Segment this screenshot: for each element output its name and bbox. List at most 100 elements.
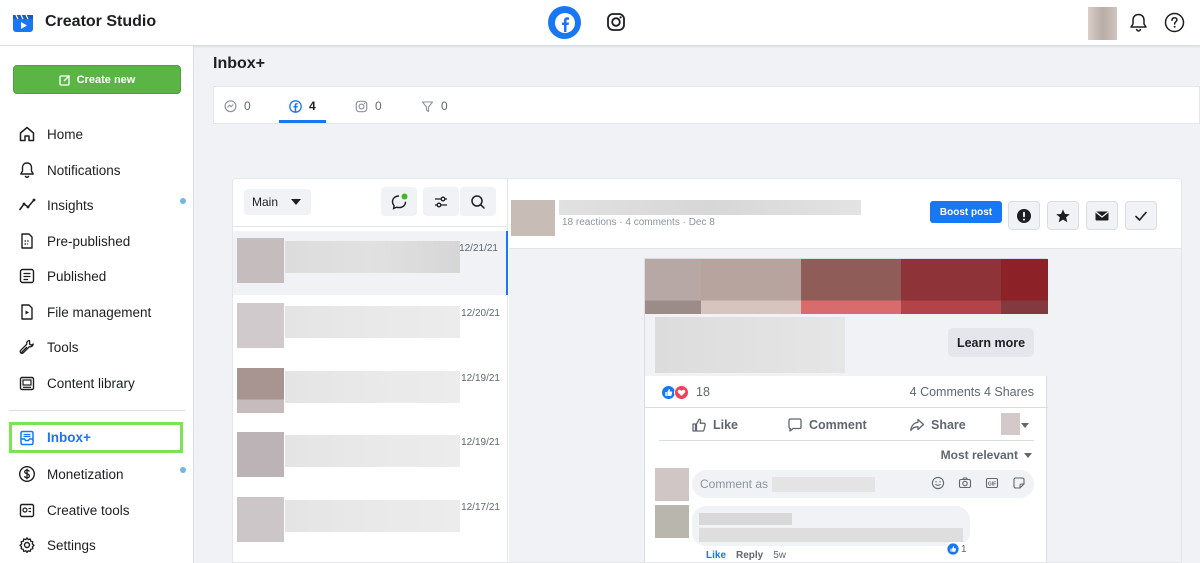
bell-icon[interactable] — [1128, 12, 1149, 33]
caret-down-icon — [1024, 452, 1032, 458]
insights-icon — [18, 196, 36, 214]
caret-down-icon — [291, 199, 301, 205]
filter-settings-button[interactable] — [423, 187, 459, 216]
sidebar-divider — [9, 410, 185, 411]
sidebar-item-pre-published[interactable]: Pre-published — [10, 226, 186, 256]
chat-status-button[interactable] — [381, 187, 417, 216]
sidebar-item-settings[interactable]: Settings — [10, 530, 186, 560]
tab-count: 0 — [244, 99, 251, 113]
help-icon[interactable] — [1164, 12, 1185, 33]
sidebar-item-monetization[interactable]: Monetization — [10, 459, 186, 489]
sidebar-item-label: Home — [47, 126, 84, 142]
tab-messenger[interactable]: 0 — [224, 87, 251, 125]
learn-more-button[interactable]: Learn more — [948, 328, 1034, 357]
conversation-item[interactable]: 12/21/21 — [233, 231, 508, 295]
sidebar-item-tools[interactable]: Tools — [10, 332, 186, 362]
conversation-item[interactable]: 12/19/21 — [233, 361, 508, 425]
comment-button[interactable]: Comment — [787, 417, 867, 433]
post-thumbnail — [511, 200, 555, 236]
comment-actions: Like Reply 5w — [706, 550, 786, 561]
conversation-date: 12/17/21 — [461, 502, 500, 513]
instagram-platform-icon[interactable] — [606, 12, 626, 32]
facebook-platform-icon[interactable] — [548, 6, 581, 39]
search-icon — [471, 194, 485, 209]
sidebar-item-home[interactable]: Home — [10, 119, 186, 149]
comment-input[interactable]: Comment as GIF — [692, 470, 1034, 498]
sidebar-item-inbox[interactable]: Inbox+ — [9, 422, 183, 453]
thumbs-up-icon — [692, 418, 706, 432]
tab-count: 0 — [375, 99, 382, 113]
post-card: Learn more 18 4 Comments 4 Shares Like C… — [644, 258, 1048, 562]
sidebar-item-creative-tools[interactable]: Creative tools — [10, 495, 186, 525]
post-as-avatar[interactable] — [1001, 413, 1020, 435]
commenter-avatar — [655, 468, 689, 501]
create-new-button[interactable]: Create new — [13, 65, 181, 94]
caret-down-icon[interactable] — [1021, 423, 1029, 428]
active-tab-indicator — [279, 120, 326, 123]
sidebar-item-label: Notifications — [47, 162, 121, 178]
boost-post-button[interactable]: Boost post — [930, 201, 1002, 223]
svg-text:GIF: GIF — [988, 481, 996, 487]
comments-shares-count[interactable]: 4 Comments 4 Shares — [910, 385, 1034, 399]
creator-studio-logo-icon[interactable] — [12, 12, 34, 34]
search-button[interactable] — [460, 187, 496, 216]
star-icon — [1056, 209, 1070, 222]
comment-reactions[interactable]: 1 — [945, 542, 969, 556]
reaction-count[interactable]: 18 — [696, 385, 710, 399]
sidebar-item-file-management[interactable]: File management — [10, 297, 186, 327]
tab-count: 0 — [441, 99, 448, 113]
comment-reaction-count: 1 — [961, 543, 967, 555]
comment-sort-dropdown[interactable]: Most relevant — [941, 448, 1032, 462]
comment-bubble — [692, 506, 970, 546]
folder-select[interactable]: Main — [244, 189, 311, 215]
report-button[interactable] — [1008, 201, 1040, 230]
sidebar-item-published[interactable]: Published — [10, 261, 186, 291]
home-icon — [18, 125, 36, 143]
comment-like-link[interactable]: Like — [706, 550, 726, 561]
sidebar-item-label: Tools — [47, 339, 79, 355]
reaction-icons — [661, 385, 689, 400]
sidebar-item-content-library[interactable]: Content library — [10, 368, 186, 398]
sidebar-item-insights[interactable]: Insights — [10, 190, 186, 220]
mark-done-button[interactable] — [1125, 201, 1157, 230]
love-reaction-icon — [674, 385, 689, 400]
like-button[interactable]: Like — [691, 417, 738, 433]
instagram-icon — [355, 100, 368, 112]
comment-author-redacted — [699, 513, 792, 525]
list-header: Main — [233, 179, 508, 227]
post-image — [645, 259, 1048, 314]
top-bar: Creator Studio — [0, 0, 1200, 46]
sidebar-item-label: Settings — [47, 537, 96, 553]
sidebar-item-label: Pre-published — [47, 233, 131, 249]
sidebar-item-label: Insights — [47, 197, 94, 213]
link-preview[interactable]: Learn more — [645, 314, 1048, 376]
gif-icon[interactable]: GIF — [985, 476, 999, 490]
post-meta: 18 reactions · 4 comments · Dec 8 — [562, 217, 715, 228]
notification-dot — [180, 467, 186, 473]
post-detail: 18 reactions · 4 comments · Dec 8 Boost … — [509, 179, 1181, 562]
comment-reply-link[interactable]: Reply — [736, 550, 763, 561]
conversation-item[interactable]: 12/19/21 — [233, 425, 508, 489]
conversation-preview — [285, 241, 460, 273]
reply-author-avatar[interactable] — [655, 505, 689, 538]
star-button[interactable] — [1047, 201, 1079, 230]
sidebar-item-notifications[interactable]: Notifications — [10, 155, 186, 185]
post-header: 18 reactions · 4 comments · Dec 8 Boost … — [509, 179, 1181, 249]
inbox-icon — [18, 429, 36, 447]
comment-placeholder: Comment as — [700, 477, 769, 491]
sticker-icon[interactable] — [1012, 476, 1026, 490]
mark-unread-button[interactable] — [1086, 201, 1118, 230]
wrench-icon — [18, 338, 36, 356]
tab-instagram[interactable]: 0 — [355, 87, 382, 125]
emoji-icon[interactable] — [931, 476, 945, 490]
page-avatar[interactable] — [1088, 7, 1117, 40]
conversation-item[interactable]: 12/17/21 — [233, 490, 508, 554]
platform-tabs: 0 4 0 0 — [213, 86, 1200, 124]
share-arrow-icon — [910, 418, 925, 432]
conversation-date: 12/20/21 — [461, 308, 500, 319]
camera-icon[interactable] — [958, 476, 972, 490]
conversation-item[interactable]: 12/20/21 — [233, 296, 508, 360]
tab-filter[interactable]: 0 — [421, 87, 448, 125]
share-button[interactable]: Share — [909, 417, 966, 433]
comment-sort-label: Most relevant — [940, 448, 1018, 462]
